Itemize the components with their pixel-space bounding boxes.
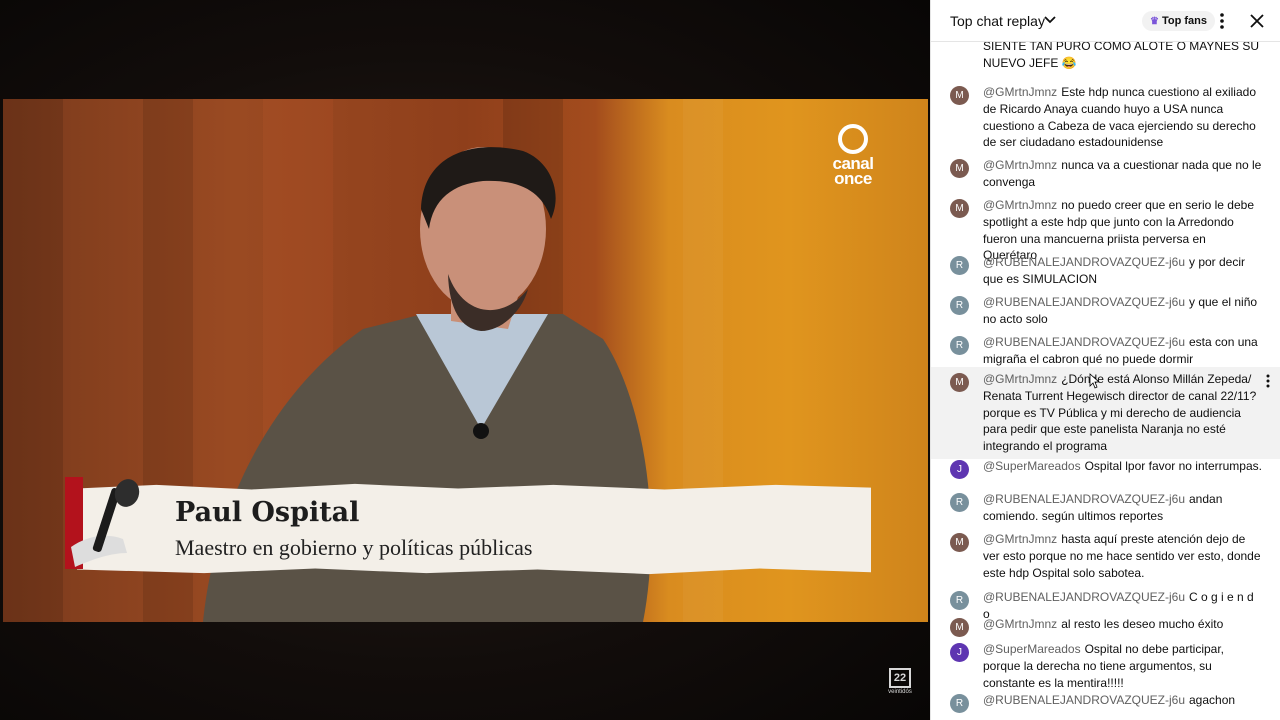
chat-author[interactable]: @RUBENALEJANDROVAZQUEZ-j6u [983, 335, 1185, 349]
channel-logo: canal once [825, 124, 881, 188]
top-fans-label: Top fans [1161, 15, 1207, 27]
chat-message-body: @SuperMareados Ospital no debe participar… [983, 641, 1263, 691]
chat-text: SIENTE TAN PURO COMO ALOTE O MAYNES SU N… [983, 42, 1260, 70]
chat-message-body: @GMrtnJmnz al resto les deseo mucho éxito [983, 616, 1263, 633]
avatar[interactable]: R [950, 493, 969, 512]
avatar[interactable]: R [950, 694, 969, 713]
chat-author[interactable]: @GMrtnJmnz [983, 617, 1057, 631]
top-fans-button[interactable]: ♛ Top fans [1142, 11, 1215, 31]
chat-author[interactable]: @RUBENALEJANDROVAZQUEZ-j6u [983, 693, 1185, 707]
chat-mode-selector[interactable]: Top chat replay [950, 13, 1045, 29]
lower-third: Paul Ospital Maestro en gobierno y polít… [65, 477, 871, 577]
watermark-mark: 22 [889, 668, 911, 688]
chat-message-body: @RUBENALEJANDROVAZQUEZ-j6u agachon [983, 692, 1263, 709]
avatar[interactable]: M [950, 373, 969, 392]
chat-text: agachon [1189, 693, 1236, 707]
channel-logo-text: canal once [832, 154, 874, 188]
mouse-cursor-icon [1089, 373, 1099, 389]
chat-message-body: @SuperMareados Ospital lpor favor no inte… [983, 458, 1263, 475]
chat-author[interactable]: @GMrtnJmnz [983, 158, 1057, 172]
chat-message-body: @GMrtnJmnz Este hdp nunca cuestiono al ex… [983, 84, 1263, 151]
chat-message[interactable]: M @GMrtnJmnz Este hdp nunca cuestiono al e… [931, 80, 1280, 155]
chat-author[interactable]: @RUBENALEJANDROVAZQUEZ-j6u [983, 255, 1185, 269]
avatar[interactable]: J [950, 643, 969, 662]
watermark-caption: veintidós [888, 689, 912, 695]
microphone-icon [71, 479, 140, 567]
chat-message[interactable]: M @GMrtnJmnz ¿Dónde está Alonso Millán Zep… [931, 367, 1280, 459]
chat-message[interactable]: R @RUBENALEJANDROVAZQUEZ-j6u esta con una … [931, 330, 1280, 372]
chat-message[interactable]: M @GMrtnJmnz al resto les deseo mucho éxit… [931, 612, 1280, 637]
chat-message-body: SIENTE TAN PURO COMO ALOTE O MAYNES SU N… [983, 42, 1263, 72]
chat-author[interactable]: @SuperMareados [983, 642, 1081, 656]
message-menu-icon[interactable] [1265, 373, 1271, 389]
chat-author[interactable]: @GMrtnJmnz [983, 372, 1057, 386]
chat-author[interactable]: @RUBENALEJANDROVAZQUEZ-j6u [983, 295, 1185, 309]
avatar[interactable]: M [950, 199, 969, 218]
chat-message-body: @GMrtnJmnz ¿Dónde está Alonso Millán Zepe… [983, 371, 1263, 455]
chat-panel: Top chat replay ♛ Top fans SIENTE TAN PUR… [930, 0, 1280, 720]
chat-message[interactable]: SIENTE TAN PURO COMO ALOTE O MAYNES SU N… [931, 42, 1280, 76]
chat-author[interactable]: @GMrtnJmnz [983, 85, 1057, 99]
chevron-down-icon[interactable] [1043, 13, 1057, 27]
chat-message[interactable]: R @RUBENALEJANDROVAZQUEZ-j6u andan comiend… [931, 487, 1280, 529]
chat-message[interactable]: M @GMrtnJmnz hasta aquí preste atención de… [931, 527, 1280, 585]
chat-message[interactable]: M @GMrtnJmnz nunca va a cuestionar nada qu… [931, 153, 1280, 195]
avatar[interactable]: R [950, 336, 969, 355]
chat-message-body: @RUBENALEJANDROVAZQUEZ-j6u y por decir qu… [983, 254, 1263, 288]
chat-author[interactable]: @RUBENALEJANDROVAZQUEZ-j6u [983, 492, 1185, 506]
chat-header: Top chat replay ♛ Top fans [931, 0, 1280, 42]
chat-message[interactable]: J @SuperMareados Ospital lpor favor no int… [931, 454, 1280, 479]
avatar[interactable]: R [950, 296, 969, 315]
chat-text: Ospital lpor favor no interrumpas. [1084, 459, 1262, 473]
video-player[interactable]: canal once Paul Ospital Maestro en gobie… [0, 0, 930, 720]
chat-message[interactable]: R @RUBENALEJANDROVAZQUEZ-j6u agachon [931, 688, 1280, 713]
chat-message[interactable]: R @RUBENALEJANDROVAZQUEZ-j6u y por decir q… [931, 250, 1280, 292]
chat-message-body: @GMrtnJmnz nunca va a cuestionar nada que… [983, 157, 1263, 191]
close-icon[interactable] [1248, 12, 1266, 30]
channel-watermark: 22 veintidós [887, 668, 913, 695]
video-frame[interactable]: canal once Paul Ospital Maestro en gobie… [3, 99, 928, 622]
chat-message[interactable]: R @RUBENALEJANDROVAZQUEZ-j6u y que el niño… [931, 290, 1280, 332]
speaker-name: Paul Ospital [175, 497, 360, 528]
chat-message[interactable]: J @SuperMareados Ospital no debe participa… [931, 637, 1280, 695]
channel-logo-ring-icon [838, 124, 868, 154]
avatar[interactable]: M [950, 159, 969, 178]
chat-author[interactable]: @GMrtnJmnz [983, 532, 1057, 546]
avatar[interactable]: R [950, 256, 969, 275]
chat-message-body: @RUBENALEJANDROVAZQUEZ-j6u y que el niño … [983, 294, 1263, 328]
avatar[interactable]: M [950, 618, 969, 637]
chat-message-list[interactable]: SIENTE TAN PURO COMO ALOTE O MAYNES SU N… [931, 42, 1280, 720]
avatar[interactable]: M [950, 533, 969, 552]
chat-text: al resto les deseo mucho éxito [1061, 617, 1224, 631]
chat-message-body: @RUBENALEJANDROVAZQUEZ-j6u andan comiendo… [983, 491, 1263, 525]
avatar[interactable]: R [950, 591, 969, 610]
more-options-icon[interactable] [1217, 12, 1227, 30]
chat-message-body: @GMrtnJmnz hasta aquí preste atención dej… [983, 531, 1263, 581]
avatar[interactable]: J [950, 460, 969, 479]
chat-message-body: @RUBENALEJANDROVAZQUEZ-j6u esta con una m… [983, 334, 1263, 368]
crown-icon: ♛ [1150, 16, 1159, 27]
chat-author[interactable]: @GMrtnJmnz [983, 198, 1057, 212]
speaker-role: Maestro en gobierno y políticas públicas [175, 535, 533, 560]
chat-author[interactable]: @RUBENALEJANDROVAZQUEZ-j6u [983, 590, 1185, 604]
avatar[interactable]: M [950, 86, 969, 105]
chat-author[interactable]: @SuperMareados [983, 459, 1081, 473]
